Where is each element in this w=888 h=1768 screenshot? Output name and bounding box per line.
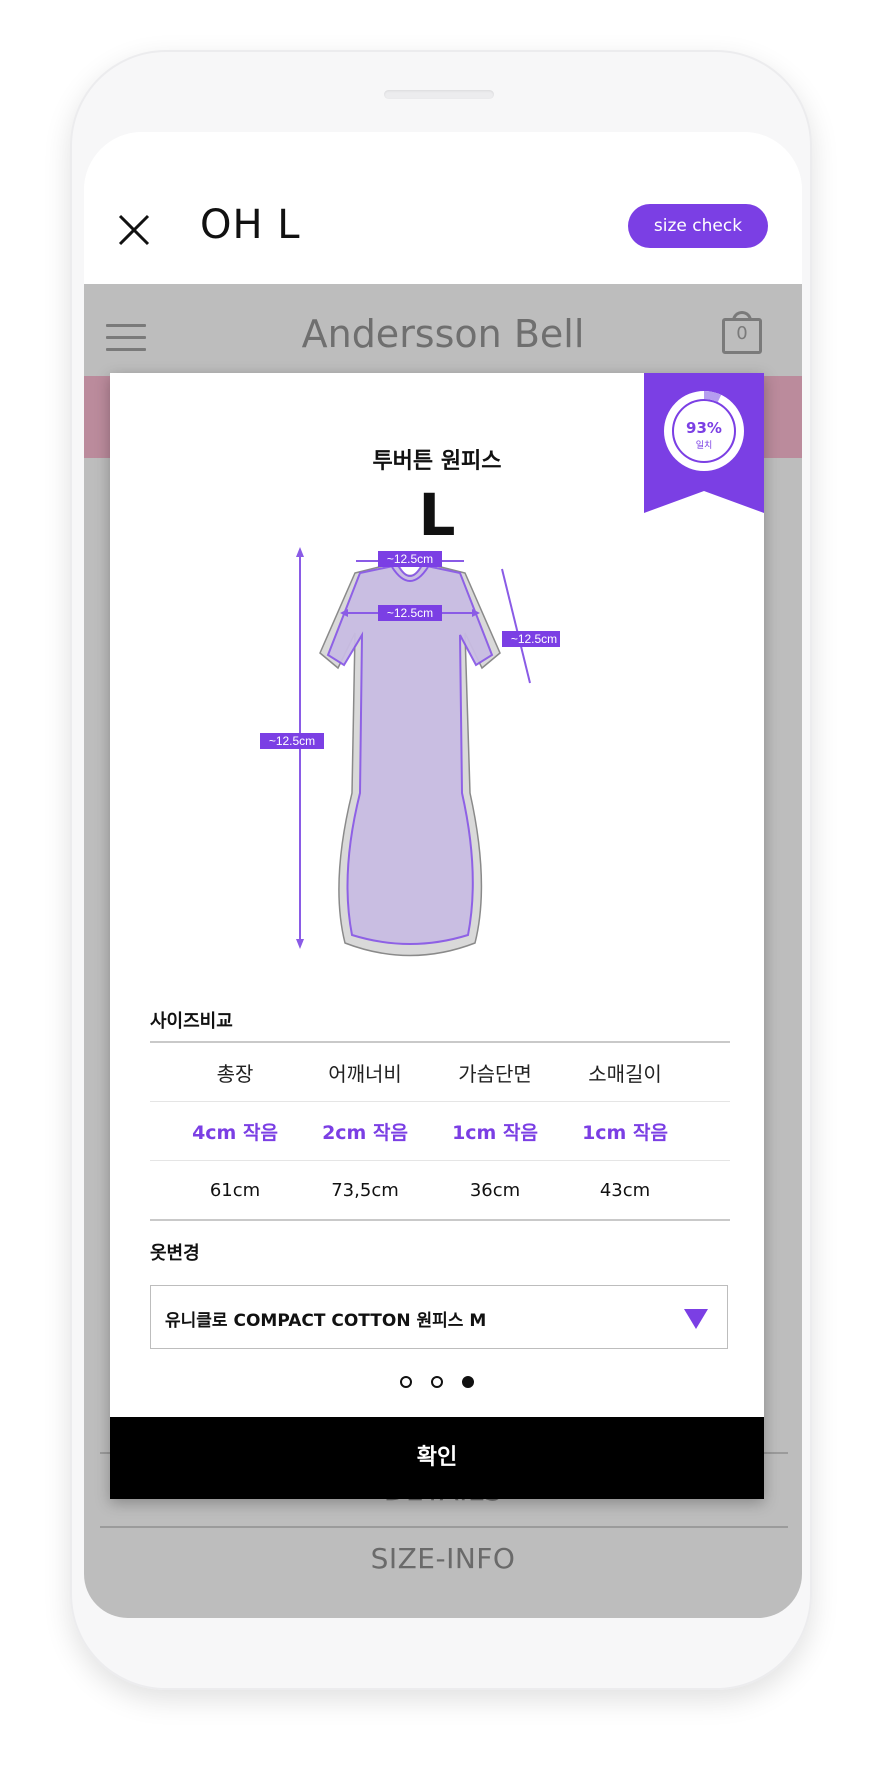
chest-measure-label: ~12.5cm <box>387 606 433 620</box>
brand-name: Andersson Bell <box>301 312 585 356</box>
column-header: 총장 <box>216 1061 254 1086</box>
difference-row: 4cm 작음 2cm 작음 1cm 작음 1cm 작음 <box>150 1102 730 1160</box>
shoulder-measure-label: ~12.5cm <box>387 552 433 566</box>
app-header: OH L size check <box>84 132 802 284</box>
product-name: 투버튼 원피스 <box>372 449 502 474</box>
page-indicator <box>110 1373 764 1392</box>
triangle-down-icon <box>684 1309 708 1329</box>
divider <box>100 1526 788 1528</box>
column-header: 소매길이 <box>588 1061 662 1086</box>
value-cell: 36cm <box>469 1179 521 1201</box>
page-title: OH L <box>200 202 301 248</box>
size-label: L <box>418 481 456 549</box>
tab-size-info: SIZE-INFO <box>370 1542 516 1575</box>
size-compare-table: 총장 어깨너비 가슴단면 소매길이 4cm 작음 2cm 작음 1cm 작음 1… <box>150 1041 730 1221</box>
match-percent: 93% <box>686 419 722 437</box>
difference-cell: 2cm 작음 <box>322 1121 408 1144</box>
value-row: 61cm 73,5cm 36cm 43cm <box>150 1161 730 1219</box>
table-header-row: 총장 어깨너비 가슴단면 소매길이 <box>150 1043 730 1101</box>
compare-title: 사이즈비교 <box>150 1011 233 1032</box>
phone-speaker <box>384 90 494 99</box>
page-dot-active[interactable] <box>462 1376 475 1388</box>
difference-cell: 1cm 작음 <box>452 1121 538 1144</box>
difference-cell: 1cm 작음 <box>582 1121 668 1144</box>
page-dot[interactable] <box>431 1376 443 1388</box>
value-cell: 73,5cm <box>331 1179 399 1201</box>
size-check-modal: 93% 일치 투버튼 원피스 L ~12.5cm ~12.5cm ~12.5cm… <box>110 373 764 1499</box>
value-cell: 43cm <box>599 1179 651 1201</box>
length-measure-label: ~12.5cm <box>269 734 315 748</box>
difference-cell: 4cm 작음 <box>192 1121 278 1144</box>
closet-selected-value: 유니클로 COMPACT COTTON 원피스 M <box>165 1311 487 1331</box>
value-cell: 61cm <box>209 1179 261 1201</box>
sleeve-measure-label: ~12.5cm <box>511 632 557 646</box>
cart-count: 0 <box>736 323 748 344</box>
column-header: 어깨너비 <box>328 1061 402 1086</box>
close-icon[interactable] <box>116 212 152 248</box>
closet-title: 옷변경 <box>150 1243 200 1264</box>
size-check-button[interactable]: size check <box>628 204 768 248</box>
confirm-button[interactable]: 확인 <box>110 1417 764 1499</box>
dress-illustration: ~12.5cm ~12.5cm ~12.5cm ~12.5cm <box>260 547 560 957</box>
closet-select[interactable]: 유니클로 COMPACT COTTON 원피스 M <box>150 1285 728 1349</box>
cart-icon: 0 <box>722 311 762 354</box>
column-header: 가슴단면 <box>458 1061 532 1086</box>
page-dot[interactable] <box>399 1376 412 1388</box>
